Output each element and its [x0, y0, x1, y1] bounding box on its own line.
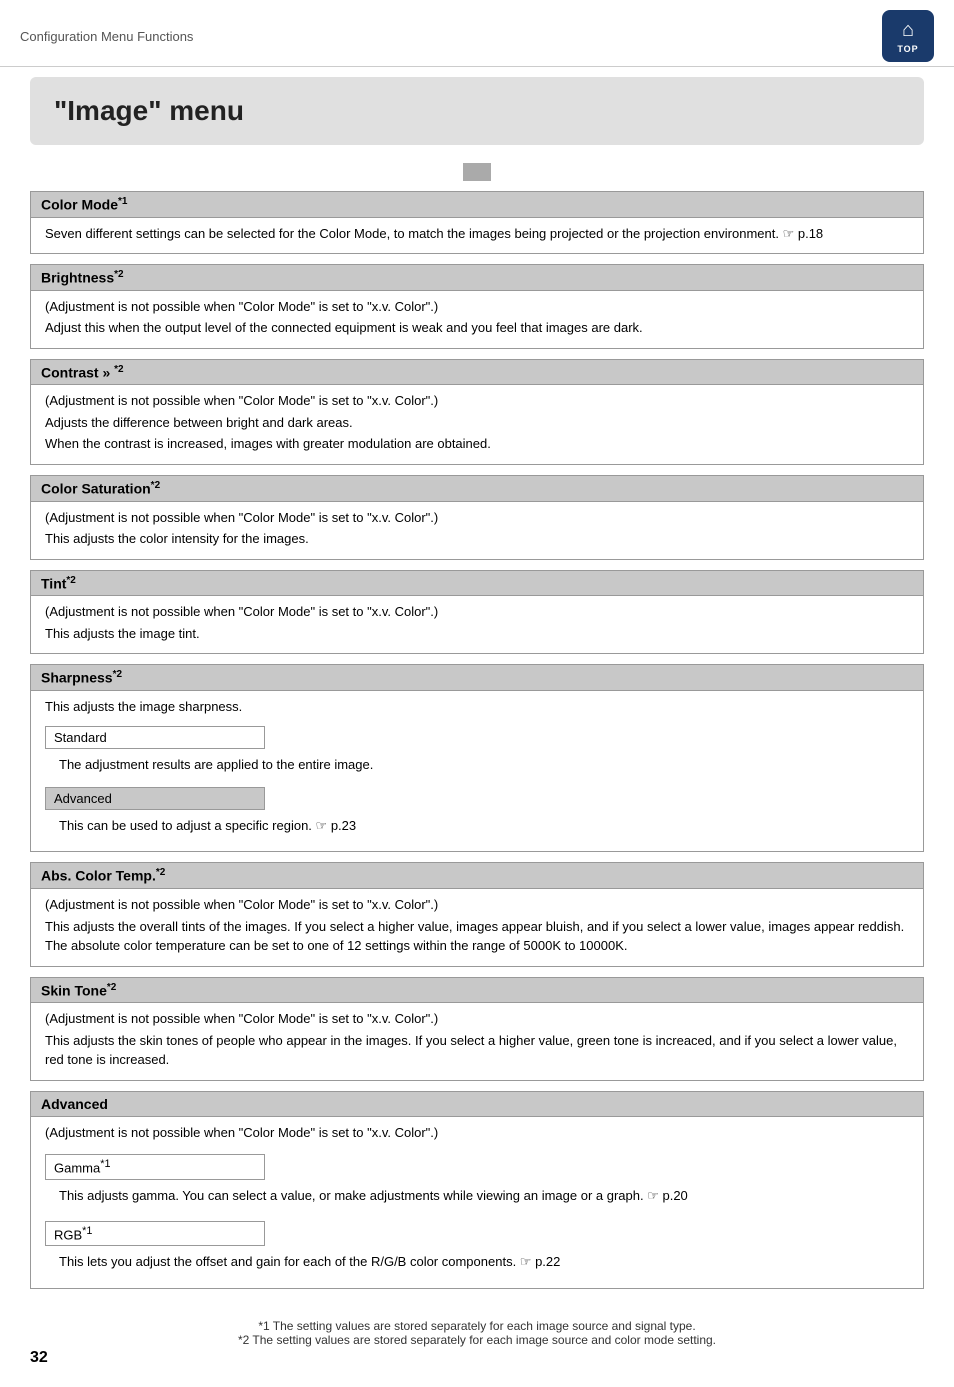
logo-text: TOP [897, 44, 918, 54]
section-body-advanced: (Adjustment is not possible when "Color … [30, 1117, 924, 1289]
breadcrumb: Configuration Menu Functions [20, 29, 193, 44]
section-body-abs-color-temp: (Adjustment is not possible when "Color … [30, 889, 924, 967]
section-body-color-mode: Seven different settings can be selected… [30, 218, 924, 255]
subsection-header-gamma: Gamma*1 [45, 1154, 265, 1179]
note-icon3: ☞ [647, 1188, 659, 1203]
subsection-header-standard: Standard [45, 726, 265, 749]
advanced-subsections: Gamma*1 This adjusts gamma. You can sele… [45, 1150, 909, 1278]
subsection-body-standard: The adjustment results are applied to th… [45, 751, 909, 781]
abs-color-temp-line2: This adjusts the overall tints of the im… [45, 917, 909, 956]
note-icon2: ☞ [316, 818, 328, 833]
skin-tone-line2: This adjusts the skin tones of people wh… [45, 1031, 909, 1070]
section-header-advanced: Advanced [30, 1091, 924, 1117]
page-title-box: "Image" menu [30, 77, 924, 145]
page-number: 32 [30, 1349, 48, 1367]
section-body-sharpness: This adjusts the image sharpness. Standa… [30, 691, 924, 853]
contrast-line3: When the contrast is increased, images w… [45, 434, 909, 454]
home-icon: ⌂ [902, 19, 914, 42]
gray-rect-indicator [463, 163, 491, 181]
subsection-standard: Standard The adjustment results are appl… [45, 722, 909, 781]
section-header-color-saturation: Color Saturation*2 [30, 475, 924, 502]
subsection-advanced: Advanced This can be used to adjust a sp… [45, 783, 909, 842]
section-body-contrast: (Adjustment is not possible when "Color … [30, 385, 924, 465]
top-bar: Configuration Menu Functions ⌂ TOP [0, 0, 954, 67]
brightness-line1: (Adjustment is not possible when "Color … [45, 297, 909, 317]
section-color-saturation: Color Saturation*2 (Adjustment is not po… [30, 475, 924, 560]
subsection-rgb: RGB*1 This lets you adjust the offset an… [45, 1213, 909, 1278]
color-saturation-line2: This adjusts the color intensity for the… [45, 529, 909, 549]
gamma-text: This adjusts gamma. You can select a val… [59, 1186, 895, 1206]
subsection-header-rgb: RGB*1 [45, 1221, 265, 1246]
skin-tone-line1: (Adjustment is not possible when "Color … [45, 1009, 909, 1029]
section-body-brightness: (Adjustment is not possible when "Color … [30, 291, 924, 349]
section-sharpness: Sharpness*2 This adjusts the image sharp… [30, 664, 924, 852]
top-logo: ⌂ TOP [882, 10, 934, 62]
note-icon: ☞ [783, 226, 795, 241]
advanced-line1: (Adjustment is not possible when "Color … [45, 1123, 909, 1143]
section-abs-color-temp: Abs. Color Temp.*2 (Adjustment is not po… [30, 862, 924, 966]
section-header-tint: Tint*2 [30, 570, 924, 597]
section-color-mode: Color Mode*1 Seven different settings ca… [30, 191, 924, 254]
section-header-contrast: Contrast » *2 [30, 359, 924, 386]
abs-color-temp-line1: (Adjustment is not possible when "Color … [45, 895, 909, 915]
section-contrast: Contrast » *2 (Adjustment is not possibl… [30, 359, 924, 465]
section-body-color-saturation: (Adjustment is not possible when "Color … [30, 502, 924, 560]
section-skin-tone: Skin Tone*2 (Adjustment is not possible … [30, 977, 924, 1081]
footnote-1: *1 The setting values are stored separat… [30, 1319, 924, 1333]
section-body-skin-tone: (Adjustment is not possible when "Color … [30, 1003, 924, 1081]
subsection-body-rgb: This lets you adjust the offset and gain… [45, 1248, 909, 1278]
brightness-line2: Adjust this when the output level of the… [45, 318, 909, 338]
subsection-gamma: Gamma*1 This adjusts gamma. You can sele… [45, 1150, 909, 1211]
contrast-line1: (Adjustment is not possible when "Color … [45, 391, 909, 411]
color-saturation-line1: (Adjustment is not possible when "Color … [45, 508, 909, 528]
section-header-abs-color-temp: Abs. Color Temp.*2 [30, 862, 924, 889]
footnote-2: *2 The setting values are stored separat… [30, 1333, 924, 1347]
note-icon4: ☞ [520, 1254, 532, 1269]
section-header-skin-tone: Skin Tone*2 [30, 977, 924, 1004]
rgb-text: This lets you adjust the offset and gain… [59, 1252, 895, 1272]
page-title: "Image" menu [54, 95, 244, 126]
tint-line2: This adjusts the image tint. [45, 624, 909, 644]
main-content: "Image" menu Color Mode*1 Seven differen… [0, 67, 954, 1387]
section-body-tint: (Adjustment is not possible when "Color … [30, 596, 924, 654]
tint-line1: (Adjustment is not possible when "Color … [45, 602, 909, 622]
footnotes: *1 The setting values are stored separat… [30, 1319, 924, 1347]
contrast-sup: *2 [114, 364, 123, 375]
contrast-line2: Adjusts the difference between bright an… [45, 413, 909, 433]
section-header-sharpness: Sharpness*2 [30, 664, 924, 691]
subsection-header-advanced: Advanced [45, 787, 265, 810]
section-header-color-mode: Color Mode*1 [30, 191, 924, 218]
section-tint: Tint*2 (Adjustment is not possible when … [30, 570, 924, 655]
section-header-brightness: Brightness*2 [30, 264, 924, 291]
sharpness-subsections: Standard The adjustment results are appl… [45, 722, 909, 841]
section-advanced: Advanced (Adjustment is not possible whe… [30, 1091, 924, 1289]
subsection-body-gamma: This adjusts gamma. You can select a val… [45, 1182, 909, 1212]
color-mode-text: Seven different settings can be selected… [45, 224, 909, 244]
sharpness-intro: This adjusts the image sharpness. [45, 697, 909, 717]
section-brightness: Brightness*2 (Adjustment is not possible… [30, 264, 924, 349]
advanced-sharpness-text: This can be used to adjust a specific re… [59, 816, 895, 836]
subsection-body-advanced: This can be used to adjust a specific re… [45, 812, 909, 842]
